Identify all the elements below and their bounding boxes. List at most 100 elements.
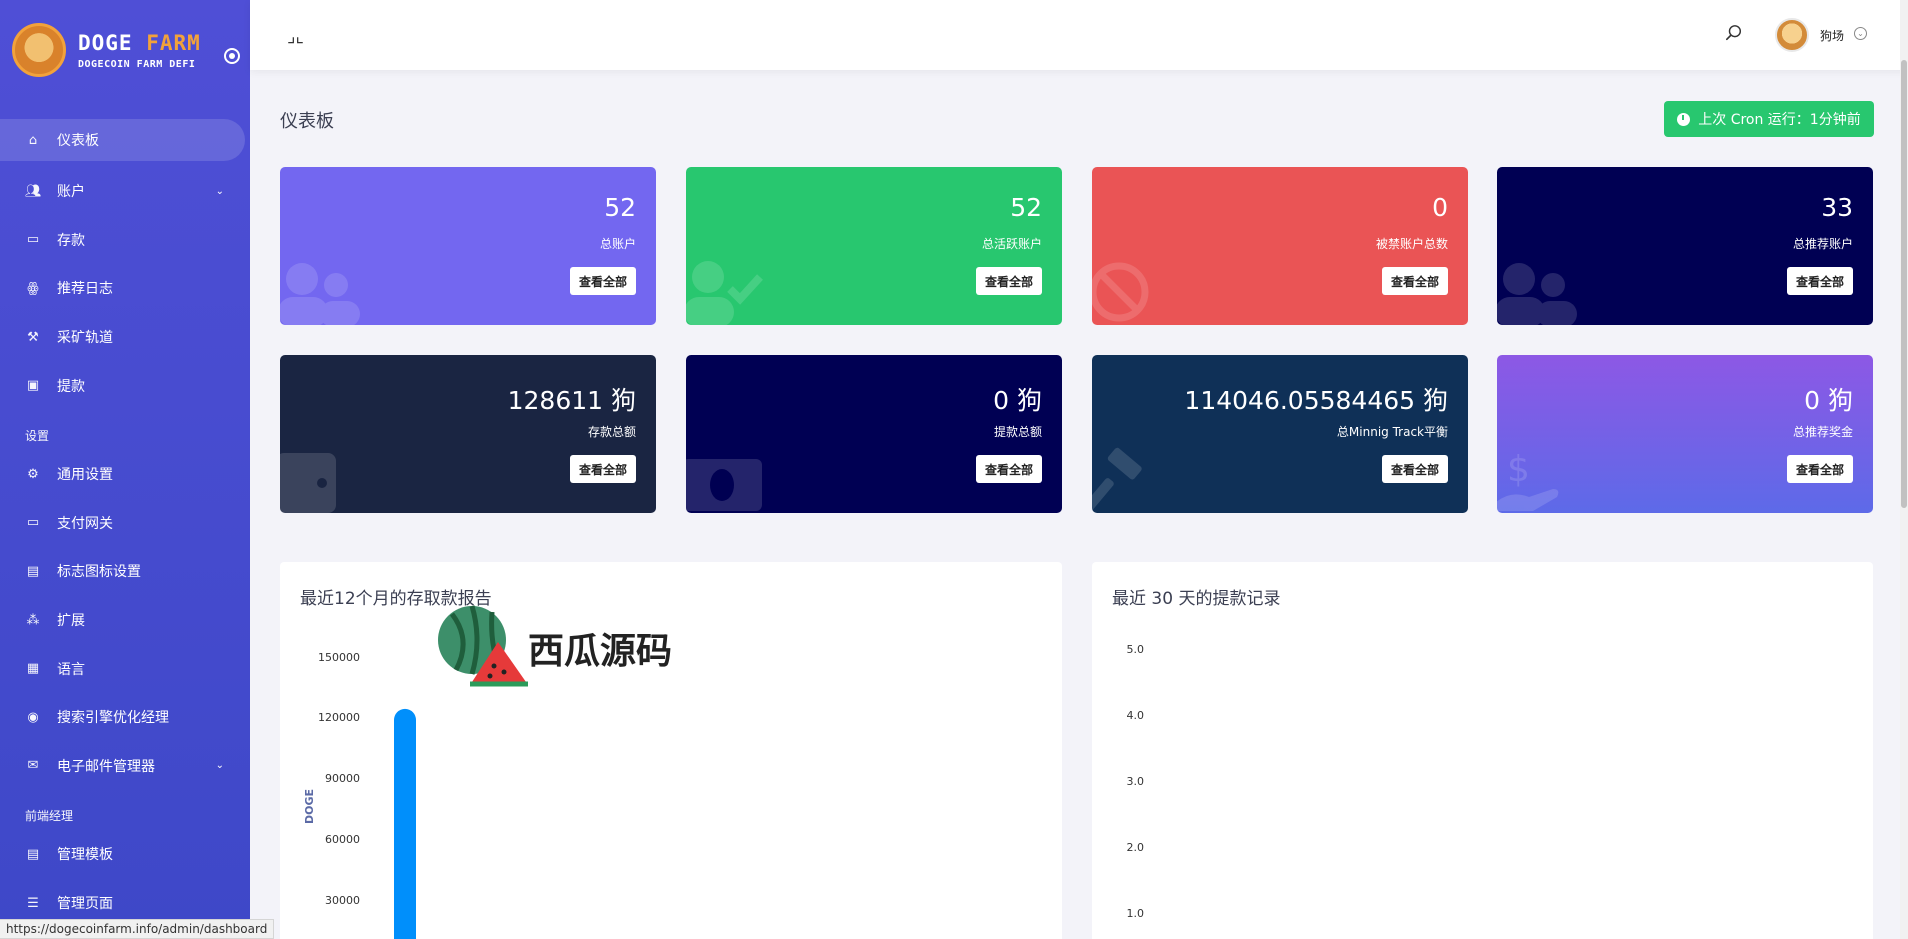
sidebar-section-settings: 设置 [25, 428, 50, 443]
sidebar-item-label: 采矿轨道 [57, 330, 113, 347]
scrollbar[interactable] [1900, 0, 1908, 939]
sidebar-item-manage-templates[interactable]: ▤ 管理模板 [0, 830, 250, 879]
sidebar-item-accounts[interactable]: 👥︎ 账户 ⌄ [0, 167, 250, 216]
watermark-text: 西瓜源码 [528, 631, 673, 672]
sidebar-item-label: 管理页面 [57, 896, 113, 913]
money-icon [686, 459, 762, 511]
sidebar-item-label: 搜索引擎优化经理 [57, 710, 169, 727]
ban-icon [1092, 262, 1149, 322]
money-icon: ▣ [26, 378, 40, 394]
sidebar-item-logo-icon-settings[interactable]: ▤ 标志图标设置 [0, 547, 250, 596]
sidebar-item-referral-log[interactable]: ꙮ 推荐日志 [0, 264, 250, 313]
sidebar-item-label: 标志图标设置 [57, 564, 141, 581]
sidebar-item-withdrawals[interactable]: ▣ 提款 [0, 361, 250, 410]
sidebar-item-deposits[interactable]: ▭ 存款 [0, 216, 250, 265]
username[interactable]: 狗场 [1820, 27, 1844, 44]
chevron-down-icon: ⌄ [215, 760, 224, 772]
stat-value: 128611 狗 [507, 386, 636, 415]
sidebar-item-label: 扩展 [57, 613, 85, 630]
sidebar-item-label: 支付网关 [57, 515, 113, 532]
topbar: ⌟⌞ 狗场 ⌄ [250, 0, 1908, 70]
users-icon [1497, 263, 1577, 325]
stat-value: 114046.05584465 狗 [1184, 386, 1448, 415]
view-all-button[interactable]: 查看全部 [1381, 267, 1448, 295]
stat-card-referral-accounts: 33 总推荐账户 查看全部 [1497, 167, 1873, 325]
stat-card-mining-track-balance: 114046.05584465 狗 总Minnig Track平衡 查看全部 [1092, 355, 1468, 513]
stat-value: 52 [604, 193, 636, 222]
wallet-icon [280, 453, 336, 513]
doge-logo-icon [12, 23, 66, 77]
user-check-icon [686, 261, 763, 325]
stat-card-total-deposits: 128611 狗 存款总额 查看全部 [280, 355, 656, 513]
stat-card-total-accounts: 52 总账户 查看全部 [280, 167, 656, 325]
sidebar-item-label: 仪表板 [57, 133, 99, 149]
view-all-button[interactable]: 查看全部 [569, 267, 636, 295]
list-icon: ☰ [27, 895, 39, 911]
stat-value: 0 狗 [1804, 386, 1853, 415]
brand[interactable]: DOGE FARM DOGECOIN FARM DEFI [0, 0, 250, 100]
view-all-button[interactable]: 查看全部 [975, 455, 1042, 483]
status-bar-url: https://dogecoinfarm.info/admin/dashboar… [0, 919, 275, 939]
chevron-down-icon: ⌄ [215, 185, 224, 197]
language-icon: ▦ [26, 661, 40, 677]
svg-text:$: $ [1507, 449, 1530, 490]
stat-value: 52 [1010, 193, 1042, 222]
gear-icon: ⚙ [27, 466, 39, 482]
sidebar-item-general-settings[interactable]: ⚙ 通用设置 [0, 450, 250, 499]
sidebar-item-dashboard[interactable]: ⌂ 仪表板 [0, 119, 245, 161]
sidebar-item-extensions[interactable]: ⁂ 扩展 [0, 596, 250, 645]
stat-label: 提款总额 [993, 425, 1042, 439]
sidebar: DOGE FARM DOGECOIN FARM DEFI ⌂ 仪表板 👥︎ 账户… [0, 0, 250, 939]
wallet-icon: ▭ [26, 232, 40, 248]
globe-icon: ◉ [27, 709, 39, 725]
stat-value: 0 狗 [993, 386, 1042, 415]
view-all-button[interactable]: 查看全部 [1381, 455, 1448, 483]
sidebar-item-language[interactable]: ▦ 语言 [0, 644, 250, 693]
stat-label: 总Minnig Track平衡 [1336, 425, 1448, 439]
sidebar-item-payment-gateway[interactable]: ▭ 支付网关 [0, 499, 250, 548]
stat-label: 总推荐奖金 [1792, 425, 1853, 439]
sidebar-item-seo-manager[interactable]: ◉ 搜索引擎优化经理 [0, 693, 250, 742]
stat-label: 存款总额 [587, 425, 636, 439]
fullscreen-exit-icon[interactable]: ⌟⌞ [287, 26, 304, 47]
sidebar-item-label: 推荐日志 [57, 281, 113, 298]
hand-dollar-icon: $ [1497, 449, 1559, 511]
envelope-icon: ✉ [27, 758, 39, 774]
referral-icon: ꙮ [27, 280, 39, 296]
sidebar-nav: ⌂ 仪表板 👥︎ 账户 ⌄ ▭ 存款 ꙮ 推荐日志 ⚒ 采矿轨道 ▣ 提款 设置… [0, 119, 250, 927]
y-tick-label: 1.0 [1126, 907, 1145, 920]
stat-card-active-accounts: 52 总活跃账户 查看全部 [686, 167, 1062, 325]
stat-value: 0 [1432, 193, 1448, 222]
chart-bar[interactable] [394, 708, 416, 939]
stat-label: 被禁账户总数 [1375, 237, 1448, 251]
stat-label: 总活跃账户 [981, 237, 1042, 251]
stat-value: 33 [1821, 193, 1853, 222]
search-icon[interactable] [1725, 24, 1743, 42]
view-all-button[interactable]: 查看全部 [569, 455, 636, 483]
view-all-button[interactable]: 查看全部 [975, 267, 1042, 295]
image-icon: ▤ [26, 563, 40, 579]
cron-status-button[interactable]: 上次 Cron 运行：1分钟前 [1664, 101, 1874, 137]
users-icon [280, 263, 360, 325]
view-all-button[interactable]: 查看全部 [1786, 455, 1853, 483]
sidebar-item-email-manager[interactable]: ✉ 电子邮件管理器 ⌄ [0, 742, 250, 791]
y-tick-label: 4.0 [1126, 709, 1145, 722]
y-tick-label: 3.0 [1126, 775, 1145, 788]
sidebar-item-mining-track[interactable]: ⚒ 采矿轨道 [0, 313, 250, 362]
chevron-down-icon[interactable]: ⌄ [1854, 27, 1867, 40]
puzzle-icon: ⁂ [26, 612, 40, 628]
sidebar-item-label: 存款 [57, 232, 85, 249]
brand-title: DOGE FARM [78, 30, 201, 55]
scrollbar-thumb[interactable] [1901, 60, 1907, 508]
page-title: 仪表板 [280, 111, 334, 132]
sidebar-item-label: 提款 [57, 378, 85, 395]
stat-card-referral-bonus: $ 0 狗 总推荐奖金 查看全部 [1497, 355, 1873, 513]
clock-icon [1677, 112, 1691, 126]
sidebar-item-label: 通用设置 [57, 467, 113, 484]
avatar[interactable] [1775, 18, 1809, 52]
stat-card-total-withdrawals: 0 狗 提款总额 查看全部 [686, 355, 1062, 513]
sidebar-toggle-icon[interactable] [224, 48, 240, 64]
sidebar-item-label: 语言 [57, 661, 85, 678]
withdrawal-history-panel: 最近 30 天的提款记录 5.0 4.0 3.0 2.0 1.0 [1092, 562, 1873, 939]
view-all-button[interactable]: 查看全部 [1786, 267, 1853, 295]
